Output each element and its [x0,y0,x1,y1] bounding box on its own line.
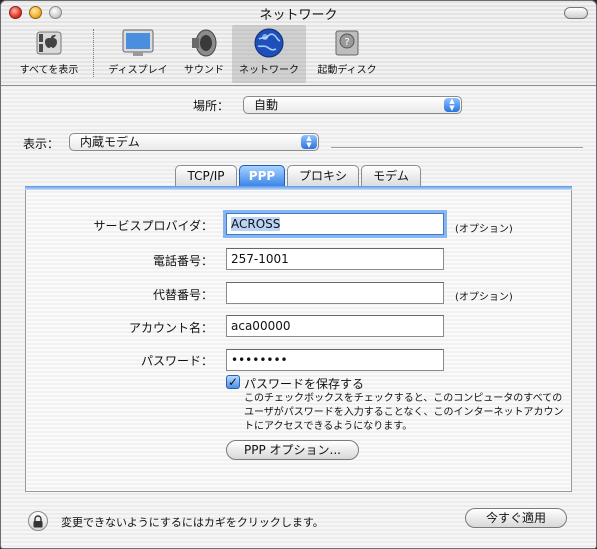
toolbar-label-network: ネットワーク [239,65,299,76]
ppp-options-button[interactable]: PPP オプション... [226,440,359,460]
window-title: ネットワーク [259,8,338,23]
show-label: 表示： [23,137,60,151]
account-field[interactable]: aca00000 [226,315,444,337]
save-password-label[interactable]: パスワードを保存する [244,375,364,392]
network-globe-icon [252,27,286,59]
location-popup[interactable]: 自動 ▲ ▼ [243,96,462,114]
divider [331,147,583,149]
password-label: パスワード： [140,354,213,368]
popup-arrows-icon: ▲ ▼ [444,98,460,112]
tab-proxy[interactable]: プロキシ [287,165,359,186]
password-field[interactable]: •••••••• [226,349,444,371]
toolbar-item-display[interactable]: ディスプレイ [101,27,175,76]
service-provider-value: ACROSS [231,217,281,231]
toolbar-item-startup-disk[interactable]: ? 起動ディスク [309,27,385,76]
display-icon [121,27,155,59]
lock-message: 変更できないようにするにはカギをクリックします。 [61,516,324,529]
toolbar-item-show-all[interactable]: すべてを表示 [7,27,91,76]
save-password-checkbox[interactable]: ✓ [226,375,240,389]
network-preferences-window: ネットワーク すべてを表示 ディスプレイ サウンド ネットワーク ? 起動ディス… [0,0,597,549]
toolbar-label-sound: サウンド [184,65,224,76]
toolbar-item-network[interactable]: ネットワーク [232,25,306,83]
panel-top-highlight [25,186,572,190]
window-toolbar: ネットワーク すべてを表示 ディスプレイ サウンド ネットワーク ? 起動ディス… [1,1,596,86]
apply-now-button[interactable]: 今すぐ適用 [465,508,567,528]
alt-phone-label: 代替番号： [152,288,213,302]
show-popup[interactable]: 内蔵モデム ▲ ▼ [69,133,319,151]
lock-button[interactable] [28,511,48,531]
phone-value: 257-1001 [231,252,289,266]
alt-phone-field[interactable] [226,282,444,304]
tab-tcpip[interactable]: TCP/IP [175,165,237,186]
service-provider-optional-hint: (オプション) [455,224,513,235]
tab-modem[interactable]: モデム [361,165,421,186]
startup-disk-icon: ? [330,27,364,59]
service-provider-field[interactable]: ACROSS [226,213,444,235]
sound-icon [187,27,221,59]
tab-ppp[interactable]: PPP [239,165,285,186]
save-password-note: このチェックボックスをチェックすると、このコンピュータのすべてのユーザがパスワー… [244,393,564,432]
toolbar-label-startup-disk: 起動ディスク [317,65,377,76]
phone-field[interactable]: 257-1001 [226,248,444,270]
location-value: 自動 [254,98,279,112]
toolbar-toggle-button[interactable] [564,7,588,19]
toolbar-label-show-all: すべてを表示 [19,65,79,76]
account-value: aca00000 [231,319,291,333]
toolbar-item-sound[interactable]: サウンド [177,27,231,76]
show-all-icon [32,27,66,59]
alt-phone-optional-hint: (オプション) [455,292,513,303]
lock-icon [33,514,43,527]
toolbar-separator [93,29,94,77]
phone-label: 電話番号： [152,254,213,268]
service-provider-label: サービスプロバイダ： [93,219,213,233]
location-label: 場所： [193,99,230,113]
popup-arrows-icon: ▲ ▼ [301,135,317,149]
show-value: 内蔵モデム [80,135,140,149]
account-label: アカウント名： [128,321,213,335]
svg-text:?: ? [344,37,349,48]
password-value: •••••••• [231,353,288,367]
toolbar-label-display: ディスプレイ [108,65,168,76]
